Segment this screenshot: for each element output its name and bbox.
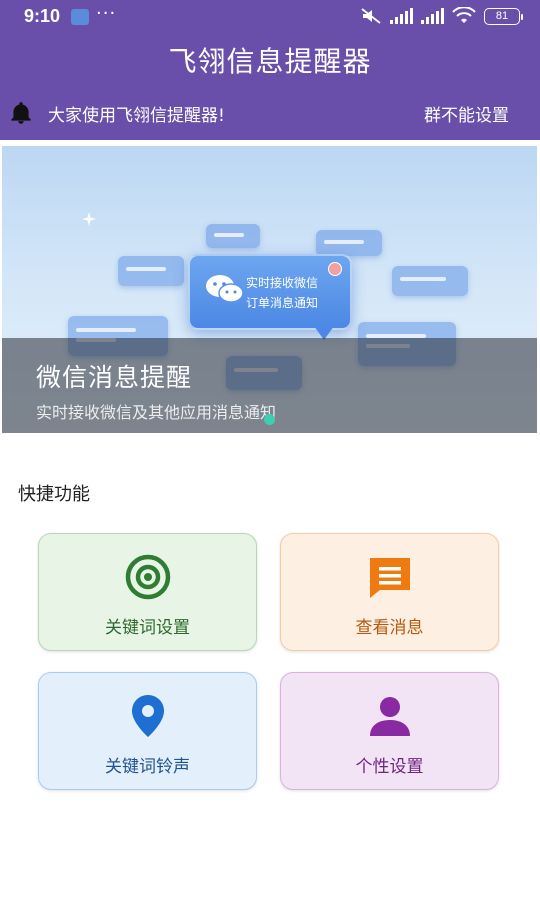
- bell-icon: [11, 102, 31, 124]
- banner-carousel[interactable]: 实时接收微信 订单消息通知 微信消息提醒 实时接收微信及其他应用消息通知: [2, 146, 537, 433]
- carousel-indicator[interactable]: [264, 414, 275, 425]
- banner-feature-card: 实时接收微信 订单消息通知: [188, 254, 352, 340]
- status-icons: 81: [360, 7, 523, 25]
- app-title: 飞翎信息提醒器: [168, 45, 372, 78]
- status-bar: 9:10 ··· 81: [0, 0, 540, 34]
- notice-text-primary: 大家使用飞翎信提醒器!: [48, 106, 225, 126]
- sparkle-icon: [82, 212, 96, 226]
- wifi-icon: [452, 7, 476, 23]
- more-notifications-icon: ···: [96, 3, 117, 24]
- notice-text-secondary: 群不能设置: [424, 106, 509, 126]
- target-icon: [123, 554, 173, 600]
- edit-badge-icon: [328, 262, 342, 276]
- banner-bubble: [316, 230, 382, 256]
- person-icon: [365, 693, 415, 739]
- banner-title: 微信消息提醒: [36, 363, 193, 392]
- view-messages-button[interactable]: 查看消息: [280, 533, 499, 651]
- signal-1-icon: [390, 8, 413, 24]
- banner-bubble: [118, 256, 184, 286]
- mute-icon: [361, 8, 381, 24]
- banner-card-line2: 订单消息通知: [246, 296, 319, 310]
- banner-bubble: [392, 266, 468, 296]
- personal-settings-button[interactable]: 个性设置: [280, 672, 499, 790]
- app-header: 9:10 ··· 81 飞翎信息提醒器 大家使用飞翎信提醒器! 群不能设置: [0, 0, 540, 140]
- location-pin-icon: [123, 693, 173, 739]
- view-messages-label: 查看消息: [355, 618, 424, 638]
- app-root: 9:10 ··· 81 飞翎信息提醒器 大家使用飞翎信提醒器! 群不能设置 实时…: [0, 0, 540, 907]
- personal-settings-label: 个性设置: [355, 757, 424, 777]
- status-time: 9:10: [24, 6, 61, 26]
- battery-indicator: 81: [484, 7, 523, 25]
- notification-app-icon: [71, 9, 89, 25]
- keyword-settings-label: 关键词设置: [105, 618, 190, 638]
- notice-marquee[interactable]: 大家使用飞翎信提醒器! 群不能设置: [0, 96, 540, 130]
- keyword-ringtone-button[interactable]: 关键词铃声: [38, 672, 257, 790]
- banner-card-line1: 实时接收微信: [246, 276, 319, 290]
- quick-functions-title: 快捷功能: [18, 484, 90, 505]
- keyword-settings-button[interactable]: 关键词设置: [38, 533, 257, 651]
- banner-subtitle: 实时接收微信及其他应用消息通知: [36, 403, 277, 422]
- signal-2-icon: [421, 8, 444, 24]
- wechat-icon: [206, 275, 244, 303]
- message-icon: [365, 554, 415, 600]
- keyword-ringtone-label: 关键词铃声: [105, 757, 190, 777]
- banner-bubble: [206, 224, 260, 248]
